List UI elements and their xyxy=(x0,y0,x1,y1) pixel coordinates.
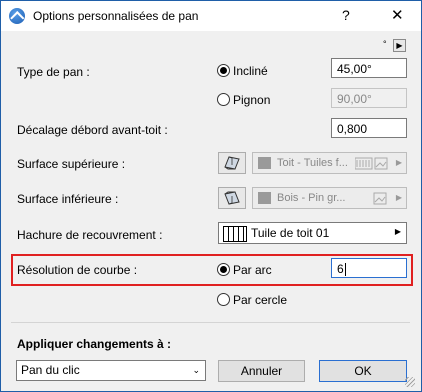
close-icon[interactable]: ✕ xyxy=(391,6,404,24)
tile-hatch-icon xyxy=(223,226,247,242)
hachure-popup[interactable]: Tuile de toit 01 ▶ xyxy=(218,222,407,244)
decalage-label: Décalage débord avant-toit : xyxy=(17,123,168,137)
roof-surface-icon xyxy=(224,156,240,170)
hachure-value: Tuile de toit 01 xyxy=(251,226,330,240)
material-swatch xyxy=(258,192,271,204)
par-cercle-label: Par cercle xyxy=(233,293,288,307)
surface-inferieure-material-popup[interactable]: Bois - Pin gr... ▶ xyxy=(252,187,407,209)
incline-radio-label: Incliné xyxy=(233,64,268,78)
title-bar: Options personnalisées de pan ? ✕ xyxy=(1,1,421,31)
text-caret xyxy=(344,263,346,277)
par-arc-label: Par arc xyxy=(233,263,272,277)
hachure-label: Hachure de recouvrement : xyxy=(17,228,163,242)
appliquer-select[interactable]: Pan du clic ⌄ xyxy=(16,360,206,381)
par-cercle-radio[interactable] xyxy=(217,293,230,306)
degree-indicator: ° xyxy=(383,39,387,49)
resize-grip-icon[interactable] xyxy=(405,377,415,387)
surface-superieure-material: Toit - Tuiles f... xyxy=(277,157,348,169)
cancel-button[interactable]: Annuler xyxy=(218,360,305,382)
surface-superieure-label: Surface supérieure : xyxy=(17,157,126,171)
chevron-down-icon: ⌄ xyxy=(192,365,200,375)
type-de-pan-label: Type de pan : xyxy=(17,65,90,79)
par-arc-field[interactable]: 6 xyxy=(331,258,407,278)
appliquer-label: Appliquer changements à : xyxy=(17,337,172,351)
pignon-radio-label: Pignon xyxy=(233,93,271,107)
appliquer-selected: Pan du clic xyxy=(21,363,80,377)
chevron-right-icon: ▶ xyxy=(394,227,401,236)
incline-radio[interactable] xyxy=(217,64,230,77)
par-arc-radio[interactable] xyxy=(217,263,230,276)
roof-underside-icon xyxy=(224,191,240,205)
chevron-right-icon: ▶ xyxy=(395,158,402,167)
surface-inferieure-material: Bois - Pin gr... xyxy=(277,192,346,204)
expand-arrow-button[interactable]: ▶ xyxy=(393,39,406,52)
material-swatch xyxy=(258,157,271,169)
separator xyxy=(11,322,410,323)
incline-angle-field[interactable]: 45,00° xyxy=(331,58,407,78)
material-preview-icon xyxy=(355,157,388,170)
surface-superieure-icon-button[interactable] xyxy=(218,152,246,174)
material-preview-icon xyxy=(373,192,387,205)
app-icon xyxy=(9,8,25,24)
ok-button[interactable]: OK xyxy=(319,360,407,382)
par-arc-value: 6 xyxy=(337,262,344,276)
surface-inferieure-label: Surface inférieure : xyxy=(17,192,119,206)
options-dialog: Options personnalisées de pan ? ✕ ° ▶ Ty… xyxy=(0,0,422,392)
pignon-radio[interactable] xyxy=(217,93,230,106)
surface-inferieure-icon-button[interactable] xyxy=(218,187,246,209)
help-button[interactable]: ? xyxy=(342,7,350,23)
surface-superieure-material-popup[interactable]: Toit - Tuiles f... ▶ xyxy=(252,152,407,174)
resolution-label: Résolution de courbe : xyxy=(17,263,138,277)
window-title: Options personnalisées de pan xyxy=(33,9,199,23)
chevron-right-icon: ▶ xyxy=(395,193,402,202)
decalage-field[interactable]: 0,800 xyxy=(331,118,407,138)
pignon-angle-field[interactable]: 90,00° xyxy=(331,88,407,108)
